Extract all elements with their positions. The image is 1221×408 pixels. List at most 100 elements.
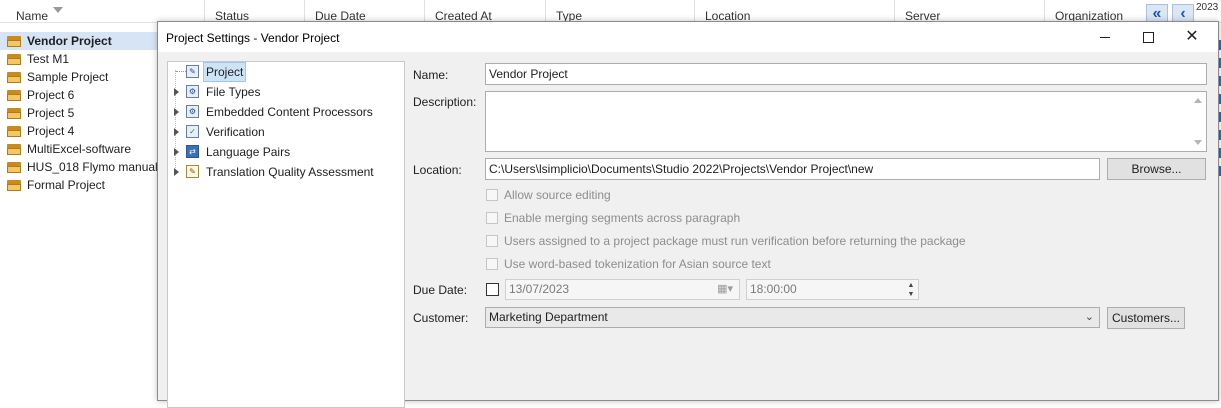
- project-row[interactable]: MultiExcel-software: [0, 140, 158, 158]
- folder-icon: [7, 90, 21, 101]
- minimize-icon: [1100, 37, 1110, 38]
- tree-item-verification[interactable]: ✓ Verification: [168, 123, 398, 141]
- calendar-year-fragment: 2023: [1196, 2, 1219, 13]
- package-verification-label: Users assigned to a project package must…: [504, 234, 966, 248]
- spin-down-icon[interactable]: ▼: [905, 290, 917, 299]
- column-divider: [694, 0, 695, 22]
- expand-arrow-icon[interactable]: [174, 168, 179, 176]
- folder-icon: [7, 144, 21, 155]
- package-verification-checkbox[interactable]: [486, 235, 498, 247]
- tree-item-label: Language Pairs: [206, 145, 291, 159]
- tree-item-label: Verification: [206, 125, 265, 139]
- project-grid-header: Name Status Due Date Created At Type Loc…: [0, 0, 1221, 23]
- tree-connector: [176, 71, 186, 72]
- tree-item-label: Translation Quality Assessment: [206, 165, 374, 179]
- calendar-dropdown-icon[interactable]: ▦▾: [717, 280, 733, 299]
- tree-item-language-pairs[interactable]: ⇄ Language Pairs: [168, 143, 398, 161]
- customer-value: Marketing Department: [489, 310, 608, 324]
- expand-arrow-icon[interactable]: [174, 88, 179, 96]
- project-name: Sample Project: [27, 70, 109, 84]
- spin-up-icon[interactable]: ▲: [905, 281, 917, 290]
- location-field[interactable]: C:\Users\lsimplicio\Documents\Studio 202…: [485, 158, 1100, 180]
- chevron-down-icon: ⌄: [1084, 311, 1094, 323]
- project-name: MultiExcel-software: [27, 142, 132, 156]
- customers-button[interactable]: Customers...: [1107, 307, 1185, 329]
- language-pairs-icon: ⇄: [186, 145, 199, 158]
- expand-arrow-icon[interactable]: [174, 108, 179, 116]
- scroll-down-icon[interactable]: [1194, 140, 1202, 145]
- due-time-field[interactable]: 18:00:00 ▲ ▼: [746, 279, 919, 300]
- column-divider: [1044, 0, 1045, 22]
- folder-icon: [7, 180, 21, 191]
- column-divider: [545, 0, 546, 22]
- maximize-button[interactable]: [1126, 22, 1170, 52]
- due-date-picker[interactable]: 13/07/2023 ▦▾: [505, 279, 740, 300]
- location-label: Location:: [413, 163, 462, 177]
- folder-icon: [7, 72, 21, 83]
- minimize-button[interactable]: [1082, 22, 1126, 52]
- expand-arrow-icon[interactable]: [174, 148, 179, 156]
- processor-icon: ⚙: [186, 105, 199, 118]
- project-row[interactable]: Vendor Project: [0, 32, 158, 50]
- word-tokenization-checkbox[interactable]: [486, 258, 498, 270]
- settings-tree: ✎ Project ⚙ File Types ⚙ Embedded Conten…: [167, 61, 405, 408]
- close-button[interactable]: ✕: [1170, 22, 1214, 52]
- due-time-value: 18:00:00: [750, 282, 797, 296]
- tree-item-translation-quality-assessment[interactable]: ✎ Translation Quality Assessment: [168, 163, 398, 181]
- project-name: HUS_018 Flymo manuals: [27, 160, 158, 174]
- due-date-enable-checkbox[interactable]: [486, 283, 499, 296]
- column-divider: [424, 0, 425, 22]
- due-date-label: Due Date:: [413, 283, 468, 297]
- word-tokenization-label: Use word-based tokenization for Asian so…: [504, 257, 771, 271]
- project-settings-dialog: Project Settings - Vendor Project ✕ ✎ Pr…: [157, 21, 1219, 408]
- description-field[interactable]: [485, 91, 1207, 152]
- folder-icon: [7, 36, 21, 47]
- sort-descending-icon: [53, 7, 63, 13]
- project-name: Vendor Project: [27, 34, 112, 48]
- merge-segments-checkbox[interactable]: [486, 212, 498, 224]
- column-divider: [894, 0, 895, 22]
- project-row[interactable]: Sample Project: [0, 68, 158, 86]
- tree-item-label: Embedded Content Processors: [206, 105, 373, 119]
- verification-icon: ✓: [186, 125, 199, 138]
- dialog-title: Project Settings - Vendor Project: [166, 31, 340, 45]
- column-divider: [304, 0, 305, 22]
- browse-button[interactable]: Browse...: [1107, 158, 1206, 180]
- file-types-icon: ⚙: [186, 85, 199, 98]
- scroll-up-icon[interactable]: [1194, 98, 1202, 103]
- folder-icon: [7, 162, 21, 173]
- tree-item-embedded-content-processors[interactable]: ⚙ Embedded Content Processors: [168, 103, 398, 121]
- tree-item-file-types[interactable]: ⚙ File Types: [168, 83, 398, 101]
- project-name: Project 4: [27, 124, 75, 138]
- merge-segments-label: Enable merging segments across paragraph: [504, 211, 741, 225]
- project-name: Test M1: [27, 52, 70, 66]
- column-header-name[interactable]: Name: [16, 9, 48, 23]
- project-row[interactable]: Project 6: [0, 86, 158, 104]
- column-divider: [204, 0, 205, 22]
- project-name: Project 6: [27, 88, 75, 102]
- description-label: Description:: [413, 95, 477, 109]
- due-date-value: 13/07/2023: [509, 282, 570, 296]
- maximize-icon: [1143, 32, 1154, 43]
- customer-dropdown[interactable]: Marketing Department ⌄: [485, 307, 1100, 328]
- allow-source-editing-label: Allow source editing: [504, 188, 611, 202]
- tqa-icon: ✎: [186, 165, 199, 178]
- project-name: Formal Project: [27, 178, 106, 192]
- tree-item-label: File Types: [206, 85, 261, 99]
- project-row[interactable]: Test M1: [0, 50, 158, 68]
- project-row[interactable]: Project 5: [0, 104, 158, 122]
- dialog-titlebar[interactable]: Project Settings - Vendor Project ✕: [158, 22, 1218, 52]
- customer-label: Customer:: [413, 311, 469, 325]
- project-row[interactable]: HUS_018 Flymo manuals: [0, 158, 158, 176]
- project-row[interactable]: Formal Project: [0, 176, 158, 194]
- name-field[interactable]: Vendor Project: [485, 63, 1207, 85]
- folder-icon: [7, 126, 21, 137]
- project-row[interactable]: Project 4: [0, 122, 158, 140]
- name-label: Name:: [413, 68, 449, 82]
- project-list: Vendor Project Test M1 Sample Project Pr…: [0, 32, 158, 194]
- allow-source-editing-checkbox[interactable]: [486, 189, 498, 201]
- project-name: Project 5: [27, 106, 75, 120]
- tree-item-project[interactable]: ✎ Project: [168, 62, 398, 82]
- folder-icon: [7, 108, 21, 119]
- expand-arrow-icon[interactable]: [174, 128, 179, 136]
